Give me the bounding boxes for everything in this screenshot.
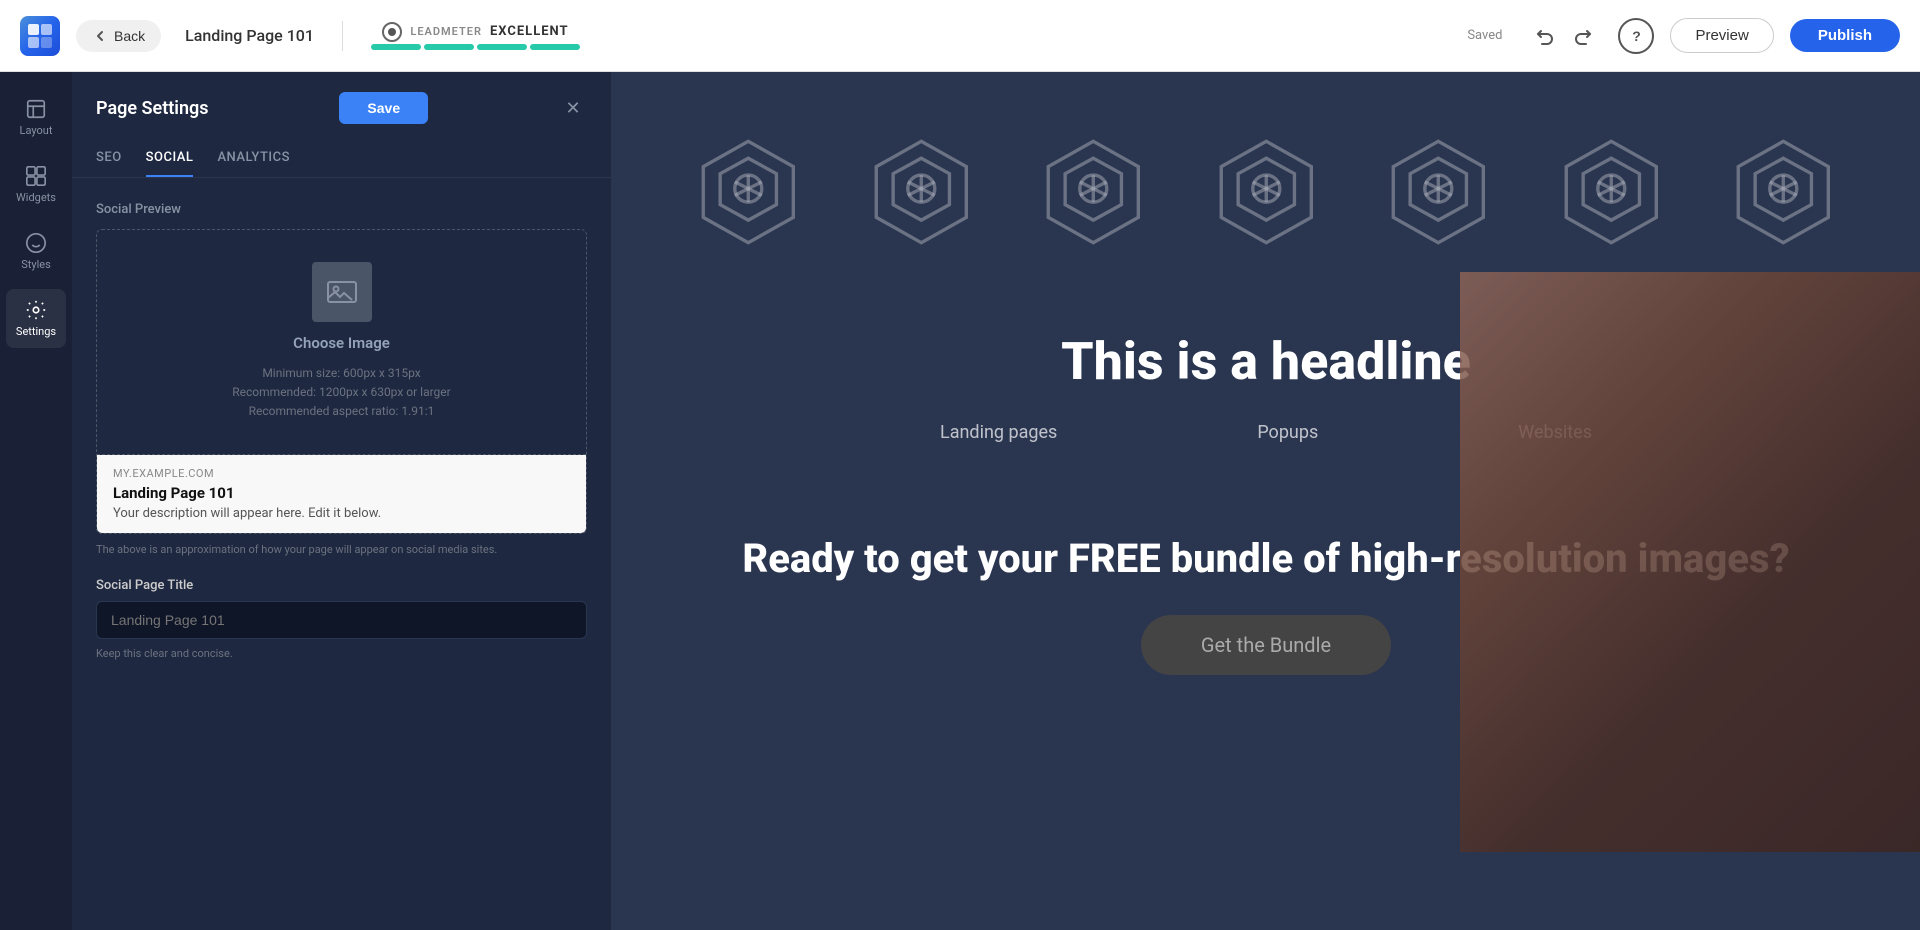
page-preview: This is a headline Landing pages Popups … xyxy=(612,72,1920,930)
canvas-photo-overlay xyxy=(1460,272,1920,852)
tab-social[interactable]: SOCIAL xyxy=(146,140,194,177)
sidebar-item-layout[interactable]: Layout xyxy=(6,88,66,147)
leadmeter-seg-2 xyxy=(424,44,474,50)
sidebar-item-settings[interactable]: Settings xyxy=(6,289,66,348)
leadmeter-label: LEADMETER xyxy=(410,25,482,38)
sidebar-styles-label: Styles xyxy=(21,258,51,271)
hex-icon-5 xyxy=(1382,132,1495,252)
panel-close-button[interactable]: ✕ xyxy=(559,94,587,122)
hex-icon-2 xyxy=(865,132,978,252)
redo-button[interactable] xyxy=(1566,18,1602,54)
image-placeholder xyxy=(312,262,372,322)
left-sidebar: Layout Widgets Styles Setting xyxy=(0,72,72,930)
social-preview-image-area[interactable]: Choose Image Minimum size: 600px x 315px… xyxy=(97,230,586,455)
divider xyxy=(342,21,343,51)
sidebar-settings-label: Settings xyxy=(16,325,56,338)
back-button[interactable]: Back xyxy=(76,20,161,52)
image-hint: Minimum size: 600px x 315px Recommended:… xyxy=(232,364,450,422)
choose-image-label: Choose Image xyxy=(293,334,390,352)
social-preview-section: Social Preview Choose Image Minim xyxy=(96,202,587,558)
social-preview-label: Social Preview xyxy=(96,202,587,217)
preview-label: Preview xyxy=(1695,27,1748,44)
cta-button[interactable]: Get the Bundle xyxy=(1141,615,1391,675)
main-layout: Layout Widgets Styles Setting xyxy=(0,72,1920,930)
back-label: Back xyxy=(114,28,145,44)
publish-label: Publish xyxy=(1818,27,1872,44)
tab-seo[interactable]: SEO xyxy=(96,140,122,177)
undo-redo-group xyxy=(1526,18,1602,54)
social-preview-description: Your description will appear here. Edit … xyxy=(113,506,570,521)
tab-analytics[interactable]: ANALYTICS xyxy=(217,140,290,177)
hex-icon-4 xyxy=(1210,132,1323,252)
social-page-title-hint: Keep this clear and concise. xyxy=(96,647,587,660)
hex-icon-6 xyxy=(1555,132,1668,252)
social-preview-info: MY.EXAMPLE.COM Landing Page 101 Your des… xyxy=(97,455,586,533)
undo-button[interactable] xyxy=(1526,18,1562,54)
hex-icon-1 xyxy=(692,132,805,252)
app-logo xyxy=(20,16,60,56)
preview-button[interactable]: Preview xyxy=(1670,18,1773,53)
help-button[interactable]: ? xyxy=(1618,18,1654,54)
leadmeter-value: EXCELLENT xyxy=(490,24,569,39)
saved-label: Saved xyxy=(1467,28,1502,43)
social-preview-title: Landing Page 101 xyxy=(113,484,570,502)
panel-content: Social Preview Choose Image Minim xyxy=(72,178,611,684)
leadmeter-bar xyxy=(371,44,580,50)
top-bar: Back Landing Page 101 LEADMETER EXCELLEN… xyxy=(0,0,1920,72)
panel-save-button[interactable]: Save xyxy=(339,92,428,124)
sidebar-item-styles[interactable]: Styles xyxy=(6,222,66,281)
leadmeter-seg-3 xyxy=(477,44,527,50)
social-page-title-input[interactable] xyxy=(96,601,587,639)
page-title: Landing Page 101 xyxy=(185,26,314,45)
sub-link-landing: Landing pages xyxy=(940,422,1057,443)
social-page-title-label: Social Page Title xyxy=(96,578,587,593)
leadmeter-seg-4 xyxy=(530,44,580,50)
publish-button[interactable]: Publish xyxy=(1790,19,1900,52)
settings-panel: Page Settings Save ✕ SEO SOCIAL ANALYTIC… xyxy=(72,72,612,930)
canvas-area: This is a headline Landing pages Popups … xyxy=(612,72,1920,930)
icons-row xyxy=(612,72,1920,292)
sub-link-popups: Popups xyxy=(1257,422,1318,443)
leadmeter-seg-1 xyxy=(371,44,421,50)
leadmeter-target-icon xyxy=(382,22,402,42)
hex-icon-7 xyxy=(1727,132,1840,252)
leadmeter: LEADMETER EXCELLENT xyxy=(371,22,580,50)
panel-header: Page Settings Save ✕ xyxy=(72,72,611,140)
sidebar-item-widgets[interactable]: Widgets xyxy=(6,155,66,214)
preview-note: The above is an approximation of how you… xyxy=(96,542,587,559)
canvas-content: This is a headline Landing pages Popups … xyxy=(612,72,1920,930)
hex-icon-3 xyxy=(1037,132,1150,252)
social-preview-container: Choose Image Minimum size: 600px x 315px… xyxy=(96,229,587,534)
panel-title: Page Settings xyxy=(96,98,209,119)
sidebar-widgets-label: Widgets xyxy=(16,191,56,204)
tabs: SEO SOCIAL ANALYTICS xyxy=(72,140,611,178)
sidebar-layout-label: Layout xyxy=(20,124,53,137)
social-domain: MY.EXAMPLE.COM xyxy=(113,467,570,480)
social-page-title-section: Social Page Title Keep this clear and co… xyxy=(96,578,587,660)
